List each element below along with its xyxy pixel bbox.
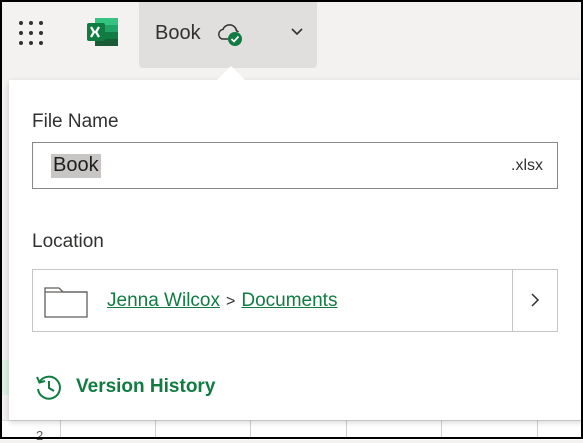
folder-icon — [44, 287, 88, 318]
cloud-check-icon — [218, 24, 242, 46]
browse-location-button[interactable] — [512, 270, 558, 331]
document-title-button[interactable]: Book — [139, 2, 317, 68]
excel-icon[interactable] — [86, 17, 119, 47]
document-title: Book — [155, 22, 201, 44]
chevron-right-icon — [531, 293, 540, 307]
grid-line — [537, 420, 538, 439]
panel-caret — [217, 66, 245, 80]
file-details-panel: File Name Book .xlsx Location Jenna Wilc… — [9, 80, 583, 420]
file-name-label: File Name — [32, 111, 119, 132]
breadcrumb-separator: > — [226, 293, 236, 310]
version-history-label: Version History — [76, 376, 216, 397]
chevron-down-icon[interactable] — [290, 27, 304, 37]
history-icon — [36, 375, 61, 400]
grid-line — [60, 420, 61, 439]
file-name-input-value[interactable]: Book — [51, 154, 101, 178]
location-field: Jenna Wilcox > Documents — [32, 269, 558, 332]
grid-line — [155, 420, 156, 439]
app-header: Book — [0, 0, 583, 80]
location-link-owner[interactable]: Jenna Wilcox — [107, 290, 220, 311]
location-breadcrumb: Jenna Wilcox > Documents — [107, 290, 337, 312]
app-launcher-icon[interactable] — [19, 21, 43, 45]
location-link-folder[interactable]: Documents — [241, 290, 337, 311]
location-label: Location — [32, 231, 104, 252]
version-history-button[interactable]: Version History — [34, 370, 215, 404]
file-extension: .xlsx — [511, 157, 543, 174]
selected-row-highlight — [0, 360, 9, 395]
sheet-grid — [0, 420, 583, 440]
grid-line — [441, 420, 442, 439]
grid-line — [250, 420, 251, 439]
file-name-field[interactable]: Book .xlsx — [32, 142, 558, 189]
grid-line — [346, 420, 347, 439]
row-number: 2 — [36, 428, 44, 443]
